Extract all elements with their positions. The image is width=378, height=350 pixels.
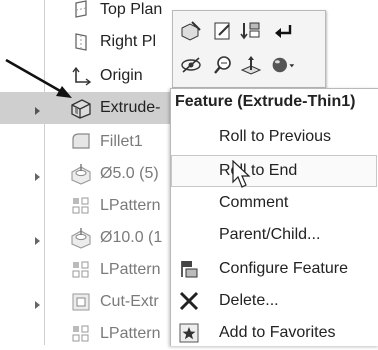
tree-item-label: LPattern [100, 261, 161, 278]
menu-item-delete[interactable]: Delete... [171, 285, 377, 317]
tree-item-cut-extrude[interactable]: Cut-Extr [0, 286, 180, 318]
menu-item-label: Roll to Previous [219, 128, 332, 145]
menu-item-label: Add to Favorites [219, 324, 336, 341]
normal-to-icon[interactable] [239, 53, 263, 77]
tree-item-label: Ø10.0 (1 [100, 229, 163, 246]
menu-item-label: Delete... [219, 292, 279, 309]
tree-item-lpattern1[interactable]: LPattern [0, 190, 180, 222]
mouse-pointer-icon [232, 160, 251, 188]
menu-item-label: Configure Feature [219, 260, 348, 277]
configure-feature-icon [177, 257, 201, 281]
context-toolbar [172, 10, 326, 88]
tree-item-label: Ø5.0 (5) [100, 165, 159, 182]
tree-item-label: Origin [100, 67, 143, 84]
parent-arrow-icon[interactable] [271, 19, 295, 43]
linear-pattern-icon [68, 193, 94, 219]
tree-item-label: Fillet1 [100, 133, 143, 150]
tree-item-label: Extrude- [100, 99, 161, 116]
menu-item-configure-feature[interactable]: Configure Feature [171, 253, 377, 285]
delete-x-icon [177, 289, 201, 313]
tree-item-fillet1[interactable]: Fillet1 [0, 126, 180, 158]
expand-arrow-icon[interactable] [34, 169, 42, 181]
linear-pattern-icon [68, 321, 94, 347]
cut-extrude-icon [68, 289, 94, 315]
menu-item-comment[interactable]: Comment [171, 187, 377, 219]
context-menu: Feature (Extrude-Thin1) Roll to Previous… [170, 88, 378, 346]
hole-icon [68, 225, 94, 251]
tree-item-label: Cut-Extr [100, 293, 159, 310]
favorites-star-icon [177, 321, 201, 345]
expand-arrow-icon[interactable] [34, 297, 42, 309]
menu-item-label: Parent/Child... [219, 226, 321, 243]
tree-item-label: LPattern [100, 197, 161, 214]
tree-item-label: Top Plan [100, 1, 163, 18]
edit-feature-icon[interactable] [179, 19, 203, 43]
tree-item-label: Right Pl [100, 33, 157, 50]
appearance-icon[interactable] [271, 53, 295, 77]
tree-item-label: LPattern [100, 325, 161, 342]
rollback-icon[interactable] [239, 19, 263, 43]
callout-arrow [5, 58, 72, 98]
hide-icon[interactable] [179, 53, 203, 77]
linear-pattern-icon [68, 257, 94, 283]
fillet-icon [68, 129, 94, 155]
tree-item-lpattern3[interactable]: LPattern [0, 318, 180, 350]
menu-item-roll-to-end[interactable]: Roll to End [171, 155, 377, 187]
menu-item-label: Comment [219, 194, 289, 211]
tree-item-lpattern2[interactable]: LPattern [0, 254, 180, 286]
menu-item-roll-to-previous[interactable]: Roll to Previous [171, 121, 377, 153]
expand-arrow-icon[interactable] [34, 233, 42, 245]
tree-item-hole-5[interactable]: Ø5.0 (5) [0, 158, 180, 190]
menu-item-add-to-favorites[interactable]: Add to Favorites [171, 317, 377, 349]
menu-item-label: Roll to End [219, 162, 298, 179]
menu-item-parent-child[interactable]: Parent/Child... [171, 219, 377, 251]
hole-icon [68, 161, 94, 187]
zoom-to-selection-icon[interactable] [211, 53, 235, 77]
context-menu-title: Feature (Extrude-Thin1) [175, 93, 356, 110]
edit-sketch-icon[interactable] [211, 19, 235, 43]
tree-item-hole-10[interactable]: Ø10.0 (1 [0, 222, 180, 254]
